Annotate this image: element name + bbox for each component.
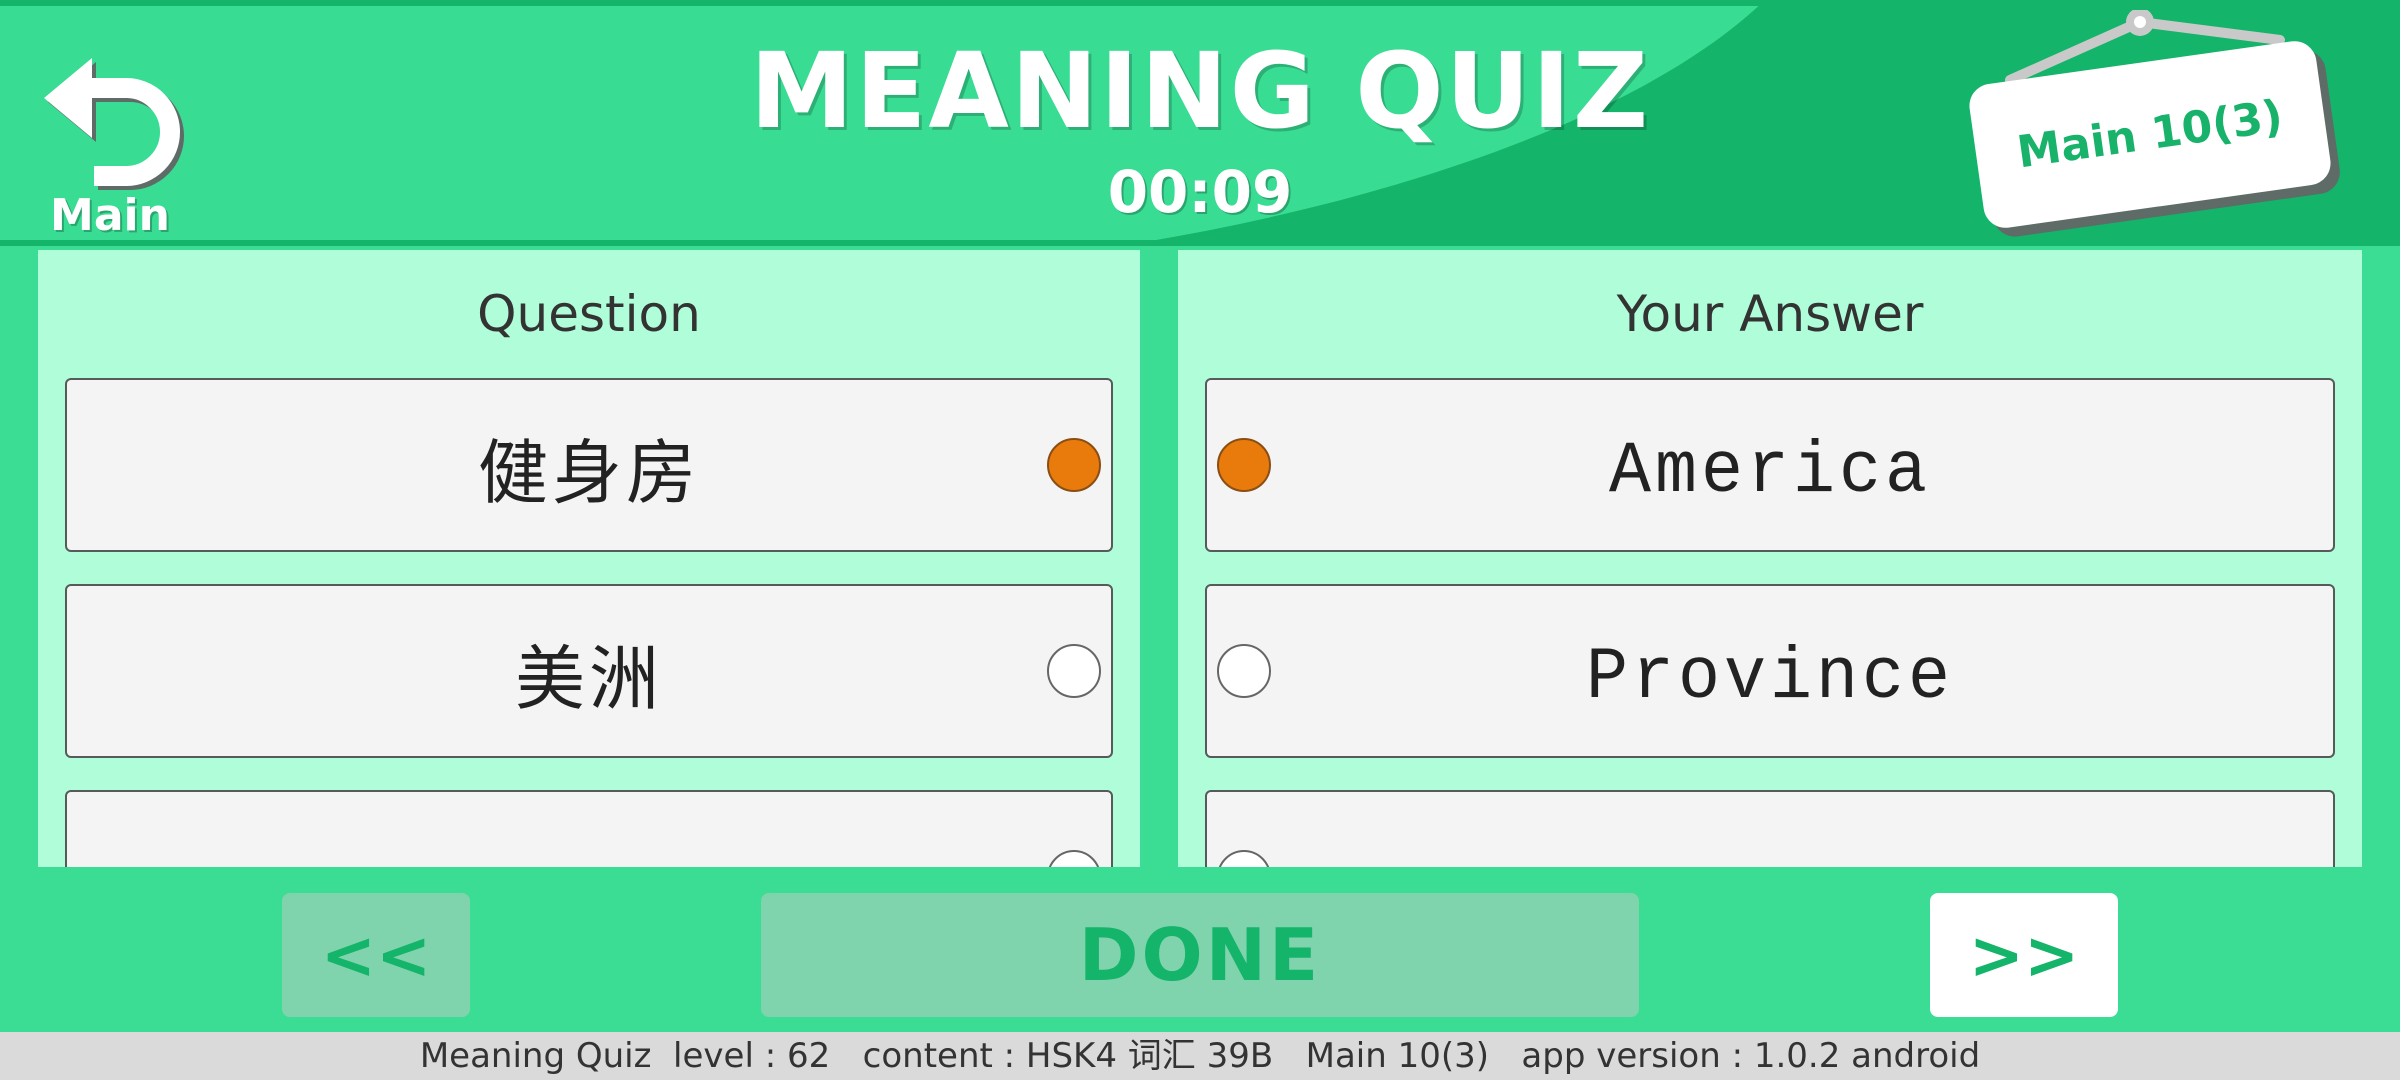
- next-button[interactable]: >>: [1930, 893, 2118, 1017]
- question-panel-title: Question: [477, 285, 701, 343]
- question-panel: Question 健身房 美洲: [38, 250, 1140, 867]
- level-sign: Main 10(3): [1966, 10, 2350, 240]
- answer-panel-title: Your Answer: [1616, 285, 1924, 343]
- question-option[interactable]: [65, 790, 1113, 867]
- done-button[interactable]: DONE: [761, 893, 1639, 1017]
- radio-filled-icon[interactable]: [1047, 438, 1101, 492]
- answer-option[interactable]: Province: [1205, 584, 2335, 758]
- quiz-screen: Main MEANING QUIZ 00:09 Main 10(3) Quest…: [0, 0, 2400, 1080]
- level-badge-text: Main 10(3): [2014, 90, 2286, 179]
- answer-option-text: Province: [1585, 637, 1955, 720]
- question-option-text: 美洲: [515, 638, 663, 720]
- previous-button[interactable]: <<: [282, 893, 470, 1017]
- header-top-line: [0, 0, 2400, 6]
- question-option-text: 健身房: [478, 432, 700, 514]
- header-bar: Main MEANING QUIZ 00:09 Main 10(3): [0, 0, 2400, 246]
- radio-empty-icon[interactable]: [1047, 644, 1101, 698]
- status-bar: Meaning Quiz level : 62 content : HSK4 词…: [0, 1032, 2400, 1080]
- answer-option-text: America: [1608, 431, 1932, 514]
- answer-panel: Your Answer America Province: [1178, 250, 2362, 867]
- question-option[interactable]: 健身房: [65, 378, 1113, 552]
- radio-empty-icon[interactable]: [1217, 850, 1271, 867]
- question-option[interactable]: 美洲: [65, 584, 1113, 758]
- radio-empty-icon[interactable]: [1047, 850, 1101, 867]
- answer-option[interactable]: America: [1205, 378, 2335, 552]
- header-divider: [0, 240, 2400, 246]
- answer-option[interactable]: [1205, 790, 2335, 867]
